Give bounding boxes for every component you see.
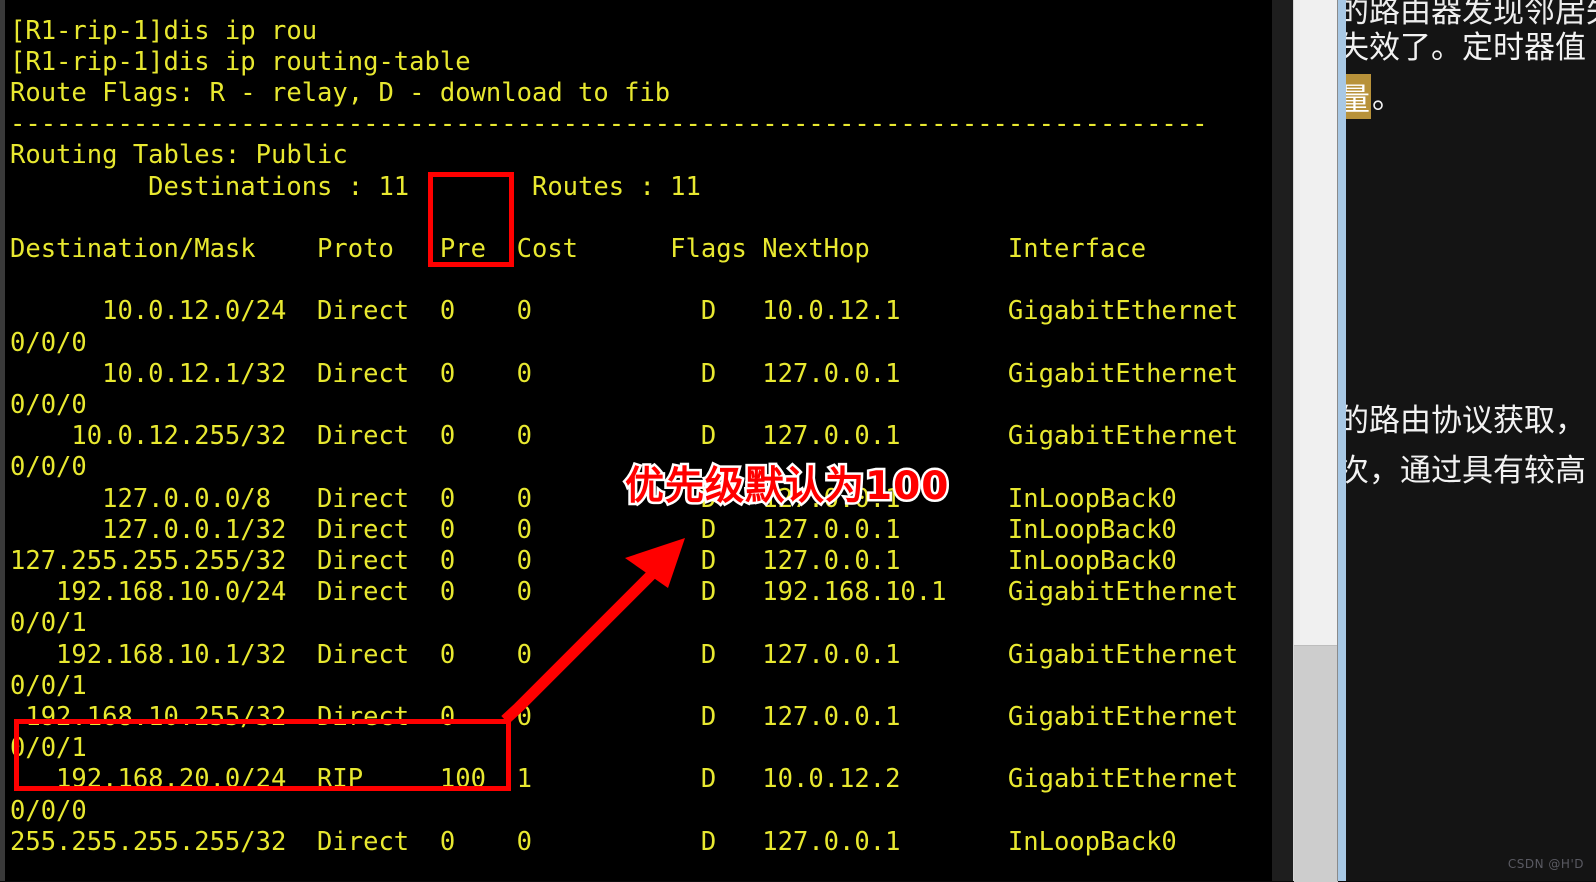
watermark-label: CSDN @H'D [1507, 857, 1584, 871]
note-line-4: 次，通过具有较高 [1346, 453, 1586, 489]
note-panel: 的路由器发现邻居失效 失效了。定时器值 量 。 的路由协议获取， 次，通过具有较… [1346, 0, 1596, 881]
note-line-2: 。 [1372, 80, 1403, 116]
terminal-output-text: [R1-rip-1]dis ip rou [R1-rip-1]dis ip ro… [10, 15, 1239, 857]
terminal-left-edge [0, 0, 5, 881]
note-highlighted-term: 量 [1346, 74, 1371, 119]
scrollbar-thumb[interactable] [1294, 645, 1338, 882]
terminal-scroll-gutter [1272, 0, 1294, 881]
vertical-scrollbar[interactable] [1293, 0, 1338, 882]
note-line-1: 失效了。定时器值 [1346, 30, 1586, 66]
note-line-3: 的路由协议获取， [1346, 403, 1586, 439]
annotation-label-priority: 优先级默认为100 [622, 462, 950, 512]
terminal-window[interactable]: [R1-rip-1]dis ip rou [R1-rip-1]dis ip ro… [0, 0, 1272, 881]
